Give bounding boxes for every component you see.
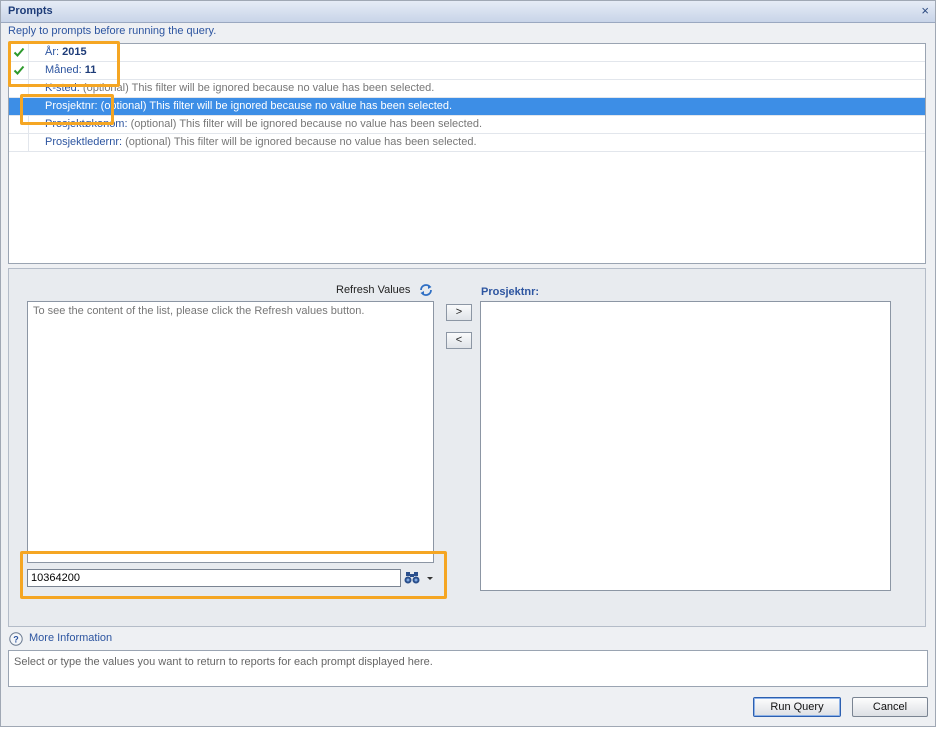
prompt-row-ar[interactable]: År: 2015 <box>9 44 925 62</box>
cancel-button[interactable]: Cancel <box>852 697 928 717</box>
check-icon <box>13 65 25 75</box>
prompt-name: K-sted <box>45 82 77 94</box>
prompt-note: (optional) This filter will be ignored b… <box>127 118 483 130</box>
instruction-text: Reply to prompts before running the quer… <box>8 25 217 37</box>
refresh-icon[interactable] <box>418 283 434 297</box>
list-hint: To see the content of the list, please c… <box>33 305 365 317</box>
prompt-row-prosjektnr[interactable]: Prosjektnr: (optional) This filter will … <box>9 98 925 116</box>
prompt-name: År <box>45 46 56 58</box>
prompt-status-cell <box>9 98 29 115</box>
run-query-button[interactable]: Run Query <box>753 697 841 717</box>
add-value-button[interactable]: > <box>446 304 472 321</box>
dialog-title: Prompts <box>8 5 53 17</box>
binoculars-icon[interactable] <box>404 570 421 585</box>
prompt-name: Prosjektledernr <box>45 136 119 148</box>
prompt-note: (optional) This filter will be ignored b… <box>122 136 477 148</box>
prompt-list: År: 2015 Måned: 11 K-sted: (optional) Th… <box>8 43 926 264</box>
prompt-note: (optional) This filter will be ignored b… <box>97 100 453 112</box>
title-bar: Prompts × <box>1 1 935 23</box>
prompt-status-cell <box>9 134 29 151</box>
prompt-name: Prosjektøkonom <box>45 118 125 130</box>
prompt-row-maned[interactable]: Måned: 11 <box>9 62 925 80</box>
svg-text:?: ? <box>13 635 19 645</box>
close-icon[interactable]: × <box>921 3 929 18</box>
search-value-input[interactable] <box>27 569 401 587</box>
prompt-name: Måned <box>45 64 79 76</box>
help-icon[interactable]: ? <box>9 632 23 646</box>
more-information-box: Select or type the values you want to re… <box>8 650 928 687</box>
prompt-row-ksted[interactable]: K-sted: (optional) This filter will be i… <box>9 80 925 98</box>
prompt-row-prosjektledernr[interactable]: Prosjektledernr: (optional) This filter … <box>9 134 925 152</box>
prompt-status-cell <box>9 44 29 61</box>
prompt-status-cell <box>9 116 29 133</box>
available-values-list[interactable]: To see the content of the list, please c… <box>27 301 434 563</box>
more-information-text: Select or type the values you want to re… <box>14 656 433 668</box>
prompt-status-cell <box>9 80 29 97</box>
remove-value-button[interactable]: < <box>446 332 472 349</box>
prompt-status-cell <box>9 62 29 79</box>
refresh-values-link[interactable]: Refresh Values <box>336 284 410 296</box>
prompt-value: 11 <box>84 64 97 76</box>
selected-values-list[interactable] <box>480 301 891 591</box>
check-icon <box>13 47 25 57</box>
prompt-name: Prosjektnr <box>45 100 95 112</box>
prompt-row-prosjektokonom[interactable]: Prosjektøkonom: (optional) This filter w… <box>9 116 925 134</box>
search-options-dropdown-icon[interactable] <box>427 577 433 580</box>
more-information-link[interactable]: More Information <box>29 632 112 644</box>
prompt-value: 2015 <box>62 46 87 58</box>
prompt-note: (optional) This filter will be ignored b… <box>79 82 435 94</box>
selected-values-title: Prosjektnr: <box>481 286 540 298</box>
